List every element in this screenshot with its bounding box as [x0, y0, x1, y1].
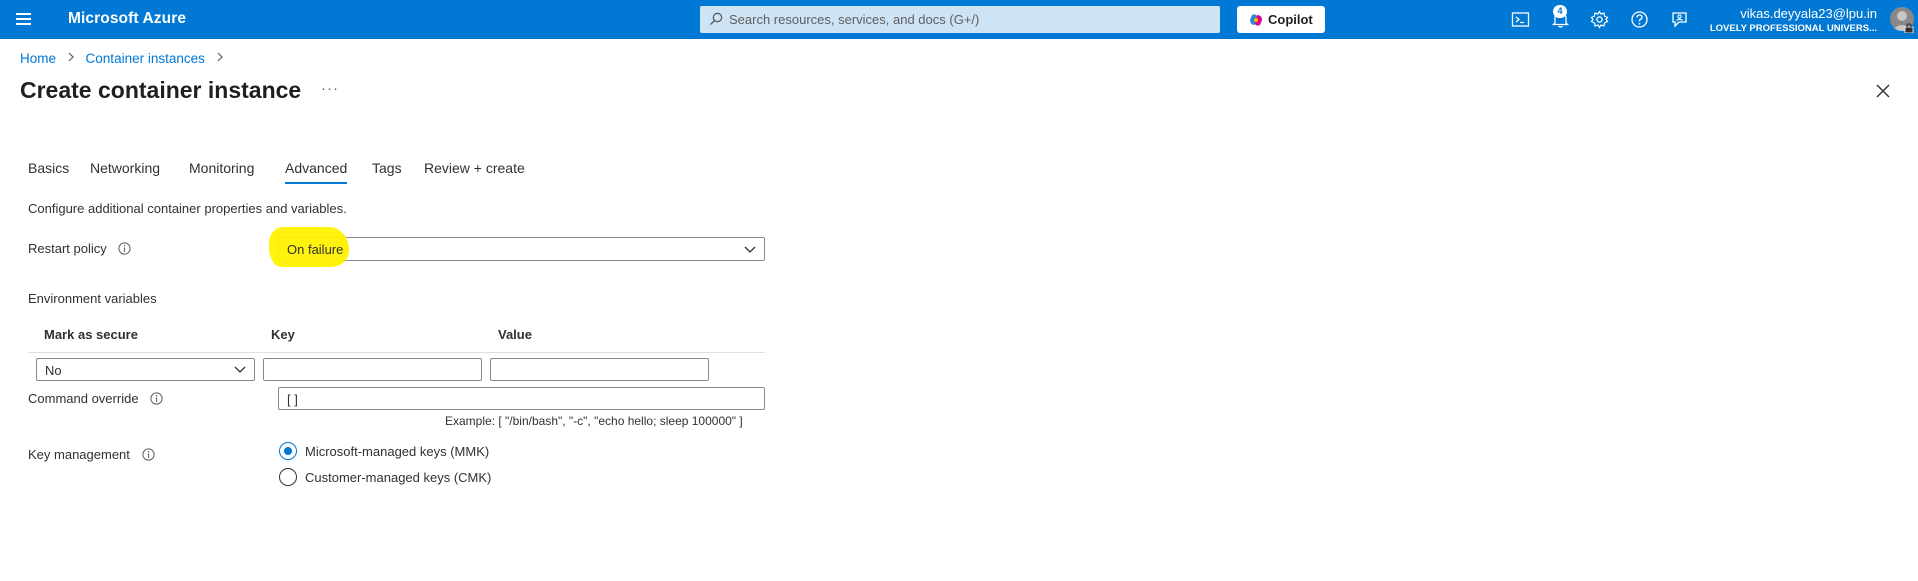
- breadcrumb: Home Container instances: [20, 50, 231, 66]
- search-icon: [710, 12, 723, 25]
- copilot-label: Copilot: [1268, 12, 1313, 27]
- table-divider: [28, 352, 765, 353]
- close-icon[interactable]: [1875, 83, 1891, 99]
- tab-networking[interactable]: Networking: [90, 160, 160, 176]
- environment-variables-label: Environment variables: [28, 291, 157, 306]
- column-header-key: Key: [271, 327, 295, 342]
- section-description: Configure additional container propertie…: [28, 201, 347, 216]
- page-title: Create container instance: [20, 77, 302, 103]
- column-header-mark-as-secure: Mark as secure: [44, 327, 138, 342]
- command-override-example: Example: [ "/bin/bash", "-c", "echo hell…: [445, 414, 743, 428]
- account-info[interactable]: vikas.deyyala23@lpu.in LOVELY PROFESSION…: [1710, 6, 1877, 34]
- brand-title[interactable]: Microsoft Azure: [68, 10, 186, 28]
- breadcrumb-home-link[interactable]: Home: [20, 51, 56, 66]
- tab-advanced[interactable]: Advanced: [285, 160, 348, 184]
- copilot-button[interactable]: Copilot: [1237, 6, 1325, 33]
- global-search-input[interactable]: Search resources, services, and docs (G+…: [700, 6, 1220, 33]
- tab-monitoring[interactable]: Monitoring: [189, 160, 254, 176]
- info-icon[interactable]: [141, 448, 155, 461]
- help-icon[interactable]: [1630, 10, 1649, 29]
- env-key-input[interactable]: [263, 358, 482, 381]
- lock-icon: [1904, 23, 1914, 33]
- user-email: vikas.deyyala23@lpu.in: [1740, 6, 1877, 21]
- mark-as-secure-value: No: [45, 363, 62, 378]
- info-icon[interactable]: [118, 242, 131, 255]
- copilot-icon: [1250, 14, 1262, 26]
- radio-cmk[interactable]: [279, 468, 297, 486]
- mark-as-secure-dropdown[interactable]: No: [36, 358, 255, 381]
- command-override-input[interactable]: [ ]: [278, 387, 765, 410]
- tab-tags[interactable]: Tags: [372, 160, 402, 176]
- chevron-right-icon: [68, 52, 74, 62]
- command-override-value: [ ]: [287, 392, 298, 407]
- menu-icon[interactable]: [16, 13, 31, 25]
- restart-policy-value: On failure: [287, 242, 344, 257]
- search-placeholder: Search resources, services, and docs (G+…: [729, 12, 980, 27]
- key-management-label: Key management: [28, 447, 155, 462]
- restart-policy-label-text: Restart policy: [28, 241, 107, 256]
- info-icon[interactable]: [150, 392, 163, 405]
- radio-mmk[interactable]: [279, 442, 297, 460]
- feedback-icon[interactable]: [1670, 10, 1689, 29]
- tab-basics[interactable]: Basics: [28, 160, 69, 176]
- radio-cmk-label[interactable]: Customer-managed keys (CMK): [305, 470, 491, 485]
- restart-policy-label: Restart policy: [28, 241, 131, 256]
- column-header-value: Value: [498, 327, 532, 342]
- user-organization: LOVELY PROFESSIONAL UNIVERS...: [1709, 23, 1877, 34]
- key-management-label-text: Key management: [28, 447, 130, 462]
- cloud-shell-icon[interactable]: [1511, 10, 1530, 29]
- command-override-label-text: Command override: [28, 391, 139, 406]
- top-navigation-bar: Microsoft Azure Search resources, servic…: [0, 0, 1918, 39]
- tab-review-create[interactable]: Review + create: [424, 160, 525, 176]
- more-options-button[interactable]: ···: [321, 80, 339, 97]
- env-value-input[interactable]: [490, 358, 709, 381]
- chevron-down-icon: [744, 246, 756, 253]
- restart-policy-dropdown[interactable]: On failure: [269, 227, 765, 267]
- radio-mmk-label[interactable]: Microsoft-managed keys (MMK): [305, 444, 489, 459]
- chevron-down-icon: [234, 366, 246, 373]
- command-override-label: Command override: [28, 391, 163, 406]
- breadcrumb-container-instances-link[interactable]: Container instances: [86, 51, 205, 66]
- chevron-right-icon: [217, 52, 223, 62]
- notification-count-badge: 4: [1553, 5, 1567, 18]
- settings-gear-icon[interactable]: [1590, 10, 1609, 29]
